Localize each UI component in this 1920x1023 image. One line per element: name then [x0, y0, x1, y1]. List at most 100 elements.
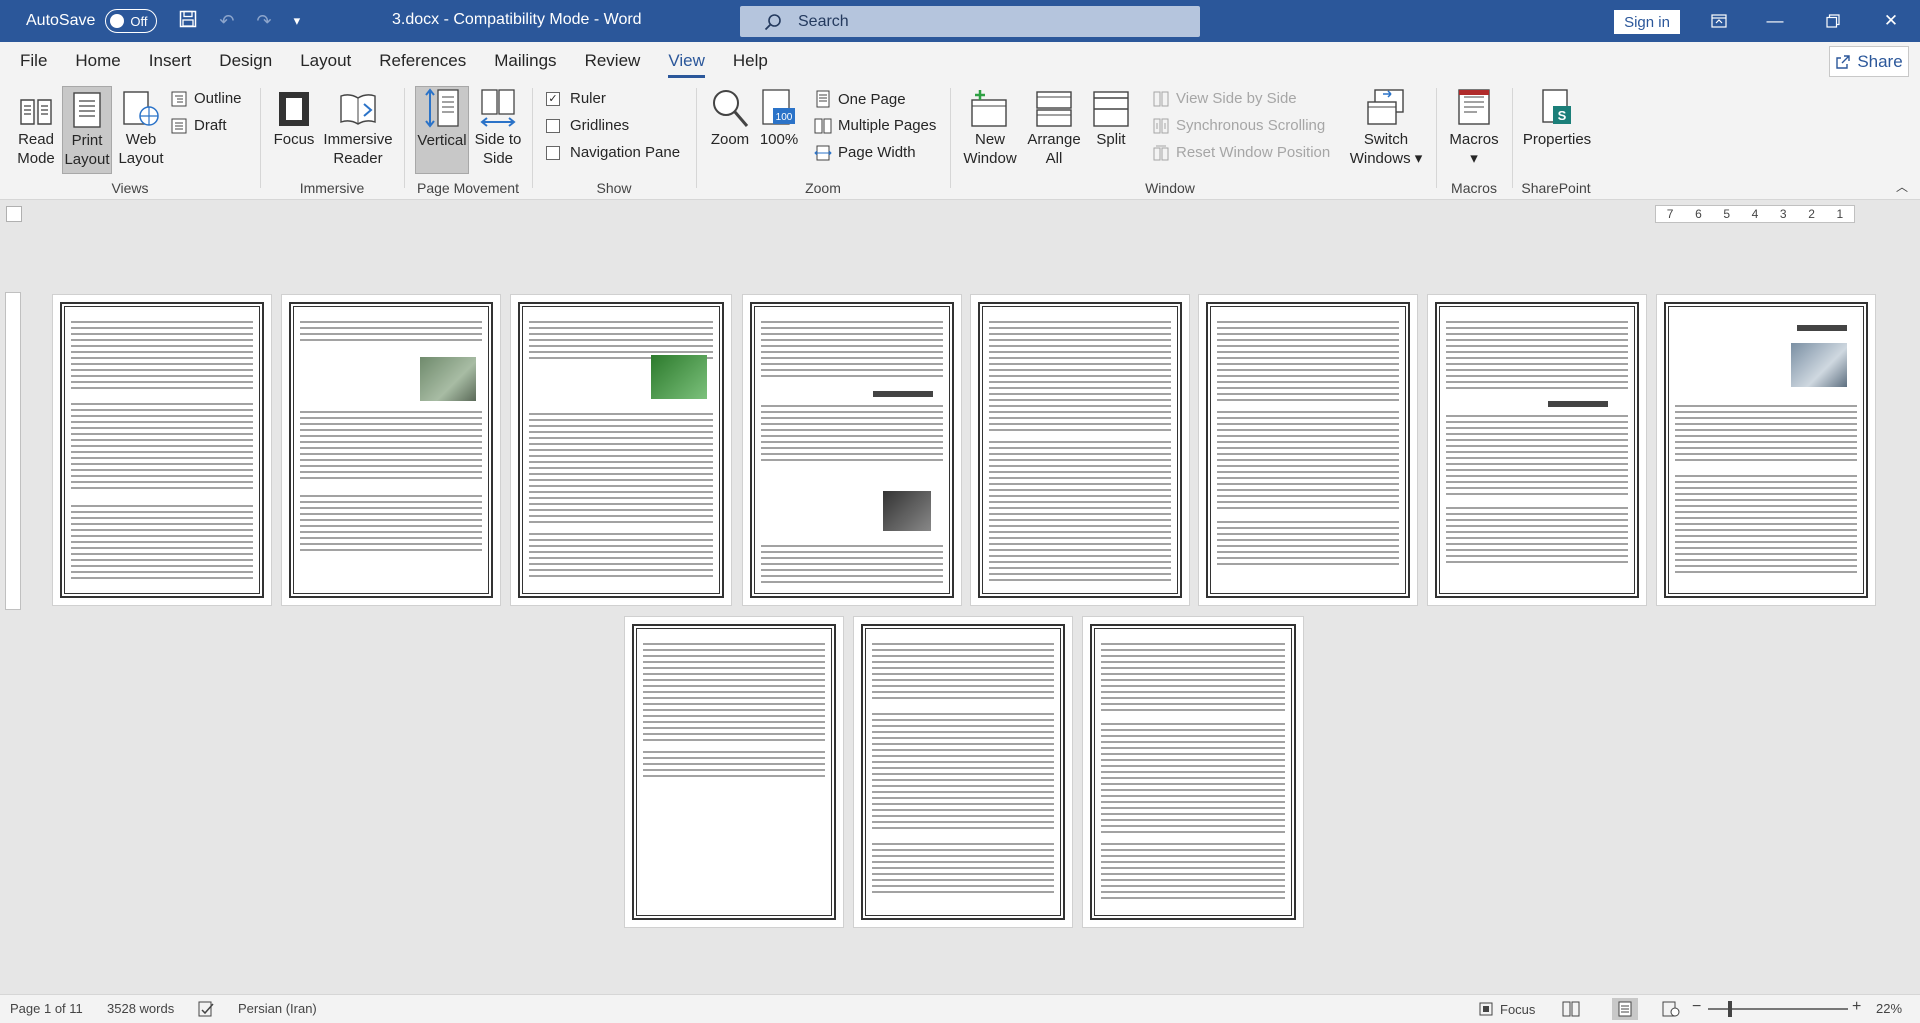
arrange-all-icon: [1026, 86, 1082, 128]
customize-qat-icon[interactable]: ▾: [294, 13, 301, 29]
status-bar: Page 1 of 11 3528 words Persian (Iran) F…: [0, 994, 1920, 1023]
vertical-button[interactable]: Vertical: [415, 86, 469, 174]
immersive-reader-button[interactable]: Immersive Reader: [320, 86, 396, 168]
one-page-icon: [814, 90, 832, 108]
web-layout-view-icon[interactable]: [1662, 1001, 1680, 1017]
zoom-in-button[interactable]: +: [1852, 998, 1861, 1016]
ruler-checkbox[interactable]: ✓ Ruler: [546, 90, 606, 107]
minimize-icon[interactable]: —: [1752, 0, 1798, 42]
page-thumbnail[interactable]: [742, 294, 962, 606]
zoom-level[interactable]: 22%: [1876, 1001, 1902, 1016]
tab-home[interactable]: Home: [61, 42, 134, 80]
autosave[interactable]: AutoSave Off: [26, 9, 158, 33]
proofing-icon[interactable]: [198, 1001, 214, 1017]
save-icon[interactable]: [179, 10, 197, 33]
language[interactable]: Persian (Iran): [238, 1001, 317, 1016]
redo-icon[interactable]: ↷: [256, 11, 271, 32]
immersive-group: Focus Immersive Reader Immersive: [262, 80, 402, 198]
tab-insert[interactable]: Insert: [135, 42, 206, 80]
read-mode-label: Read Mode: [17, 131, 55, 167]
collapse-ribbon-icon[interactable]: ︿: [1896, 178, 1908, 195]
zoom-button[interactable]: Zoom: [708, 86, 752, 149]
svg-text:100: 100: [776, 112, 793, 123]
restore-icon[interactable]: [1810, 0, 1856, 42]
print-layout-view-icon[interactable]: [1612, 998, 1638, 1020]
focus-icon: [272, 86, 316, 128]
tab-mailings[interactable]: Mailings: [480, 42, 570, 80]
tab-file[interactable]: File: [6, 42, 61, 80]
page-thumbnail[interactable]: [970, 294, 1190, 606]
outline-button[interactable]: Outline: [170, 90, 242, 107]
arrange-all-button[interactable]: Arrange All: [1026, 86, 1082, 168]
focus-mode-button[interactable]: Focus: [1478, 1001, 1535, 1017]
immersive-reader-label: Immersive Reader: [323, 131, 393, 167]
page-width-button[interactable]: Page Width: [814, 144, 916, 161]
show-group-label: Show: [596, 180, 632, 196]
page-thumbnail[interactable]: [853, 616, 1073, 928]
page-thumbnail[interactable]: [510, 294, 732, 606]
page-thumbnail[interactable]: [1082, 616, 1304, 928]
search-icon: [764, 13, 782, 31]
word-count[interactable]: 3528 words: [107, 1001, 174, 1016]
tab-selector[interactable]: [6, 206, 22, 222]
zoom-100-label: 100%: [759, 131, 799, 148]
immersive-group-label: Immersive: [299, 180, 365, 196]
one-page-button[interactable]: One Page: [814, 90, 906, 108]
horizontal-ruler[interactable]: 7 6 5 4 3 2 1: [1655, 205, 1855, 223]
print-layout-button[interactable]: Print Layout: [62, 86, 112, 174]
ribbon: Read Mode Print Layout Web Layout Outlin…: [0, 80, 1920, 200]
page-thumbnail[interactable]: [1656, 294, 1876, 606]
undo-icon[interactable]: ↶: [219, 11, 234, 32]
sharepoint-group: S Properties SharePoint: [1514, 80, 1598, 198]
page-thumbnail[interactable]: [281, 294, 501, 606]
tab-help[interactable]: Help: [719, 42, 782, 80]
new-window-button[interactable]: New Window: [962, 86, 1018, 168]
read-mode-view-icon[interactable]: [1562, 1001, 1580, 1017]
views-group: Read Mode Print Layout Web Layout Outlin…: [0, 80, 260, 198]
macros-button[interactable]: Macros ▾: [1446, 86, 1502, 168]
vertical-label: Vertical: [417, 132, 467, 149]
view-side-by-side-button[interactable]: View Side by Side: [1152, 90, 1297, 107]
macros-group-label: Macros: [1451, 180, 1497, 196]
macros-group: Macros ▾ Macros: [1438, 80, 1510, 198]
side-to-side-button[interactable]: Side to Side: [472, 86, 524, 168]
page-thumbnail[interactable]: [52, 294, 272, 606]
multiple-pages-button[interactable]: Multiple Pages: [814, 117, 936, 134]
share-button[interactable]: Share: [1829, 46, 1909, 77]
reset-window-position-button[interactable]: Reset Window Position: [1152, 144, 1330, 161]
web-layout-button[interactable]: Web Layout: [116, 86, 166, 168]
read-mode-button[interactable]: Read Mode: [10, 86, 62, 168]
multiple-pages-icon: [814, 118, 832, 134]
search-input[interactable]: Search: [740, 6, 1200, 37]
tab-references[interactable]: References: [365, 42, 480, 80]
ribbon-display-options-icon[interactable]: [1696, 0, 1742, 42]
focus-mode-icon: [1478, 1001, 1494, 1017]
vertical-ruler[interactable]: [5, 292, 21, 610]
tab-design[interactable]: Design: [205, 42, 286, 80]
sign-in-button[interactable]: Sign in: [1614, 10, 1680, 34]
autosave-toggle[interactable]: Off: [105, 9, 158, 33]
synchronous-scrolling-button[interactable]: Synchronous Scrolling: [1152, 117, 1325, 134]
page-thumbnail[interactable]: [1198, 294, 1418, 606]
properties-button[interactable]: S Properties: [1522, 86, 1592, 149]
zoom-out-button[interactable]: −: [1692, 998, 1701, 1016]
zoom-slider-thumb[interactable]: [1728, 1001, 1732, 1017]
page-count[interactable]: Page 1 of 11: [10, 1001, 83, 1016]
draft-button[interactable]: Draft: [170, 117, 227, 134]
page-thumbnail[interactable]: [1427, 294, 1647, 606]
zoom-100-button[interactable]: 100 100%: [756, 86, 802, 149]
new-window-icon: [962, 86, 1018, 128]
tab-view[interactable]: View: [654, 42, 719, 80]
navigation-pane-checkbox[interactable]: Navigation Pane: [546, 144, 680, 161]
zoom-100-icon: 100: [756, 86, 802, 128]
tab-review[interactable]: Review: [571, 42, 655, 80]
tab-layout[interactable]: Layout: [286, 42, 365, 80]
properties-label: Properties: [1522, 131, 1592, 148]
switch-windows-button[interactable]: Switch Windows ▾: [1348, 86, 1424, 168]
split-button[interactable]: Split: [1088, 86, 1134, 149]
focus-button[interactable]: Focus: [272, 86, 316, 149]
gridlines-checkbox[interactable]: Gridlines: [546, 117, 629, 134]
close-icon[interactable]: ✕: [1868, 0, 1914, 42]
svg-text:S: S: [1558, 108, 1567, 123]
page-thumbnail[interactable]: [624, 616, 844, 928]
